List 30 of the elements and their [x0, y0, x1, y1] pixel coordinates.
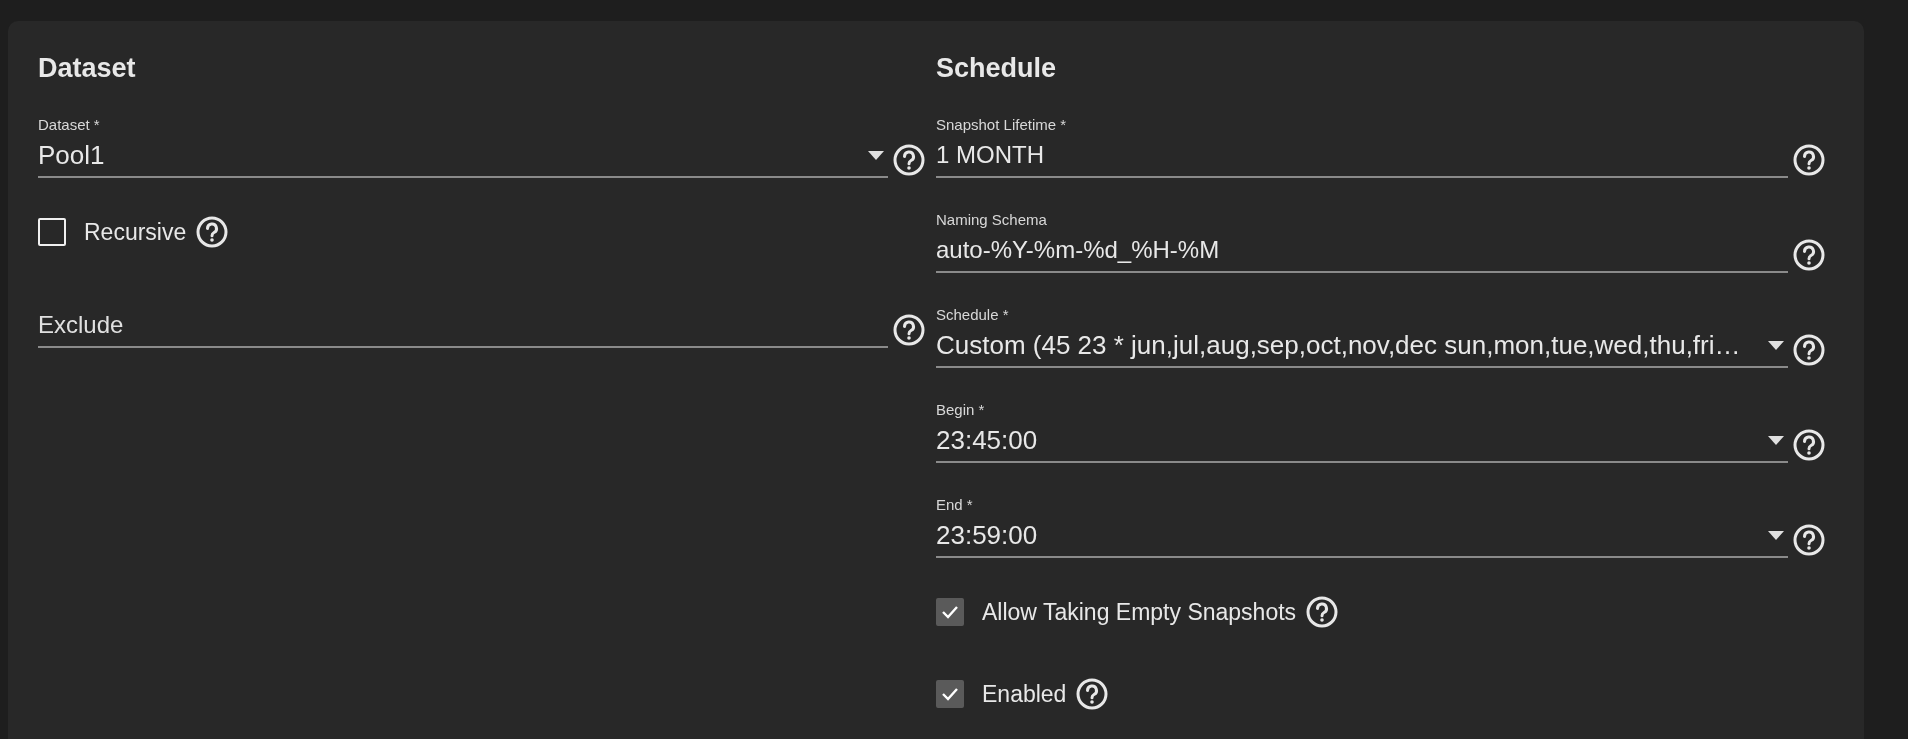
checkbox[interactable] [936, 680, 964, 708]
field-label: Snapshot Lifetime * [936, 116, 1068, 134]
section-title: Schedule [936, 52, 1058, 84]
help-icon[interactable] [1793, 524, 1825, 556]
select-field[interactable]: Begin * 23:45:00 [936, 401, 1788, 463]
help-icon[interactable] [893, 314, 925, 346]
help-icon[interactable] [1306, 596, 1339, 628]
help-icon[interactable] [1076, 678, 1109, 710]
select-field[interactable]: Schedule * Custom (45 23 * jun,jul,aug,sep,oct,nov,dec sun,mon,tue,wed,thu,fri… [936, 306, 1788, 368]
text-field[interactable]: Exclude [38, 308, 888, 348]
help-icon[interactable] [196, 216, 229, 248]
text-field[interactable]: 1 MONTH [936, 138, 1788, 178]
field-label: Naming Schema [936, 211, 1048, 229]
help-icon[interactable] [1793, 144, 1825, 176]
dropdown-arrow-icon [1768, 530, 1784, 540]
help-icon[interactable] [893, 144, 925, 176]
checkbox[interactable] [936, 598, 964, 626]
help-icon[interactable] [1793, 429, 1825, 461]
dropdown-arrow-icon [868, 150, 884, 160]
checkbox-label[interactable]: Allow Taking Empty Snapshots [982, 598, 1297, 626]
select-field[interactable]: End * 23:59:00 [936, 496, 1788, 558]
checkbox-label[interactable]: Enabled [982, 680, 1067, 708]
dropdown-arrow-icon [1768, 435, 1784, 445]
section-title: Dataset [38, 52, 137, 84]
help-icon[interactable] [1793, 334, 1825, 366]
text-field[interactable]: auto-%Y-%m-%d_%H-%M [936, 233, 1788, 273]
select-field[interactable]: Dataset * Pool1 [38, 116, 888, 178]
help-icon[interactable] [1793, 239, 1825, 271]
dropdown-arrow-icon [1768, 340, 1784, 350]
checkbox-label[interactable]: Recursive [84, 218, 187, 246]
